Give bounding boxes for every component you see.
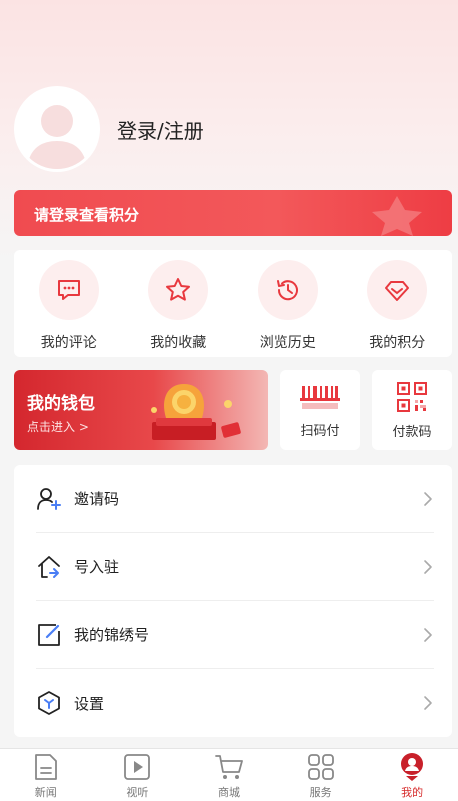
menu-item-label: 我的锦绣号 [74, 626, 150, 644]
payment-code-label: 付款码 [392, 424, 432, 440]
menu-item-invite-code[interactable]: 邀请码 [36, 465, 434, 533]
mine-icon [401, 753, 424, 781]
qr-code-icon [397, 381, 427, 412]
settings-icon [38, 691, 60, 715]
tab-video[interactable]: 视听 [92, 749, 184, 801]
grid-icon [307, 754, 334, 780]
home-enter-icon [38, 555, 60, 578]
points-banner[interactable]: 请登录查看积分 [14, 190, 452, 236]
menu-item-settings[interactable]: 设置 [36, 669, 434, 737]
video-icon [124, 754, 151, 780]
scan-pay-label: 扫码付 [300, 423, 340, 439]
default-avatar-icon [27, 105, 87, 169]
wallet-enter-link: 点击进入 > [27, 420, 89, 434]
chevron-right-icon [424, 627, 432, 642]
menu-item-label: 邀请码 [74, 490, 120, 508]
tab-service[interactable]: 服务 [275, 749, 367, 801]
tab-mine[interactable]: 我的 [366, 749, 458, 801]
scan-pay-button[interactable]: 扫码付 [280, 370, 360, 450]
avatar[interactable] [14, 86, 100, 172]
menu-item-label: 设置 [74, 694, 105, 713]
profile-section[interactable]: 登录/注册 [14, 86, 204, 172]
news-icon [34, 754, 57, 780]
points-banner-label: 请登录查看积分 [34, 206, 140, 224]
quick-actions: 我的评论 我的收藏 浏览历史 我的积分 [14, 250, 452, 357]
barcode-icon [300, 385, 340, 409]
quick-item-points[interactable]: 我的积分 [343, 250, 453, 357]
wallet-card[interactable]: 我的钱包 点击进入 > [14, 370, 268, 450]
comment-icon [57, 280, 80, 300]
add-user-icon [37, 487, 61, 510]
diamond-icon [385, 281, 410, 301]
chevron-right-icon [424, 559, 432, 574]
star-decoration-icon [372, 196, 422, 236]
edit-icon [38, 623, 60, 646]
payment-code-button[interactable]: 付款码 [372, 370, 452, 450]
tab-news[interactable]: 新闻 [0, 749, 92, 801]
quick-item-favorites[interactable]: 我的收藏 [124, 250, 234, 357]
menu-item-account-join[interactable]: 号入驻 [36, 533, 434, 601]
chevron-right-icon [424, 491, 432, 506]
quick-item-history[interactable]: 浏览历史 [233, 250, 343, 357]
tab-shop[interactable]: 商城 [183, 749, 275, 801]
wallet-title: 我的钱包 [27, 394, 95, 414]
menu-item-my-account[interactable]: 我的锦绣号 [36, 601, 434, 669]
cart-icon [215, 755, 243, 779]
history-icon [276, 280, 298, 301]
quick-item-comments[interactable]: 我的评论 [14, 250, 124, 357]
star-icon [166, 278, 191, 301]
coin-bag-icon [151, 384, 241, 440]
chevron-right-icon [424, 696, 432, 710]
menu-item-label: 号入驻 [74, 558, 120, 576]
settings-menu: 邀请码 号入驻 我的锦绣号 设置 [14, 465, 452, 737]
bottom-tab-bar: 新闻 视听 商城 服务 我的 [0, 748, 458, 801]
login-register-link[interactable]: 登录/注册 [117, 115, 204, 144]
